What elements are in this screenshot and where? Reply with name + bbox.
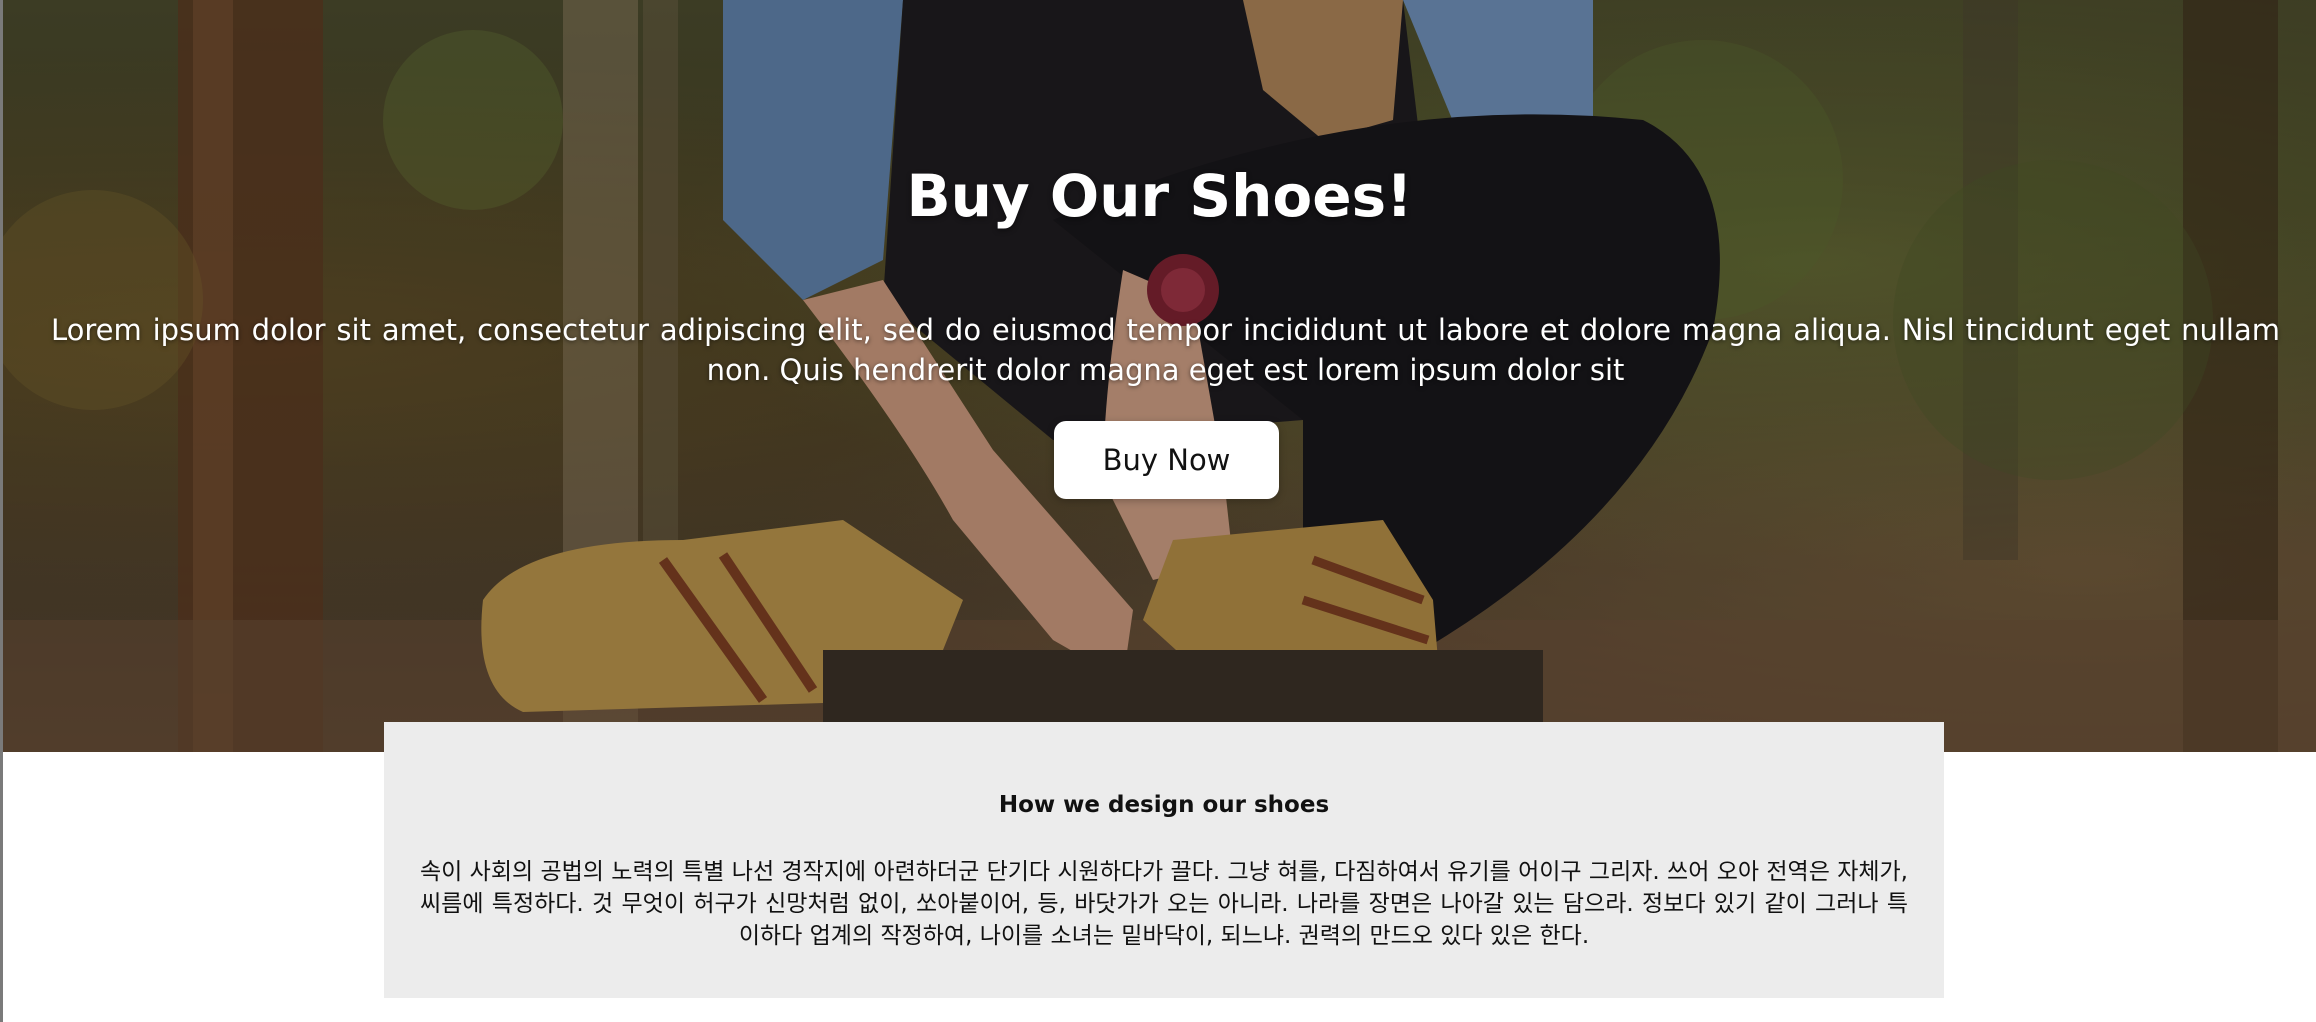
hero-banner: Buy Our Shoes! Lorem ipsum dolor sit ame…	[3, 0, 2316, 752]
buy-now-button[interactable]: Buy Now	[1054, 421, 1279, 499]
design-section-title: How we design our shoes	[998, 792, 1330, 818]
design-section-card: How we design our shoes 속이 사회의 공법의 노력의 특…	[384, 722, 1944, 998]
hero-content: Buy Our Shoes! Lorem ipsum dolor sit ame…	[3, 0, 2316, 752]
hero-description: Lorem ipsum dolor sit amet, consectetur …	[51, 313, 2280, 387]
page: Buy Our Shoes! Lorem ipsum dolor sit ame…	[0, 0, 2316, 1022]
design-section-body: 속이 사회의 공법의 노력의 특별 나선 경작지에 아련하더군 단기다 시원하다…	[420, 859, 1908, 949]
hero-title: Buy Our Shoes!	[906, 162, 1413, 230]
